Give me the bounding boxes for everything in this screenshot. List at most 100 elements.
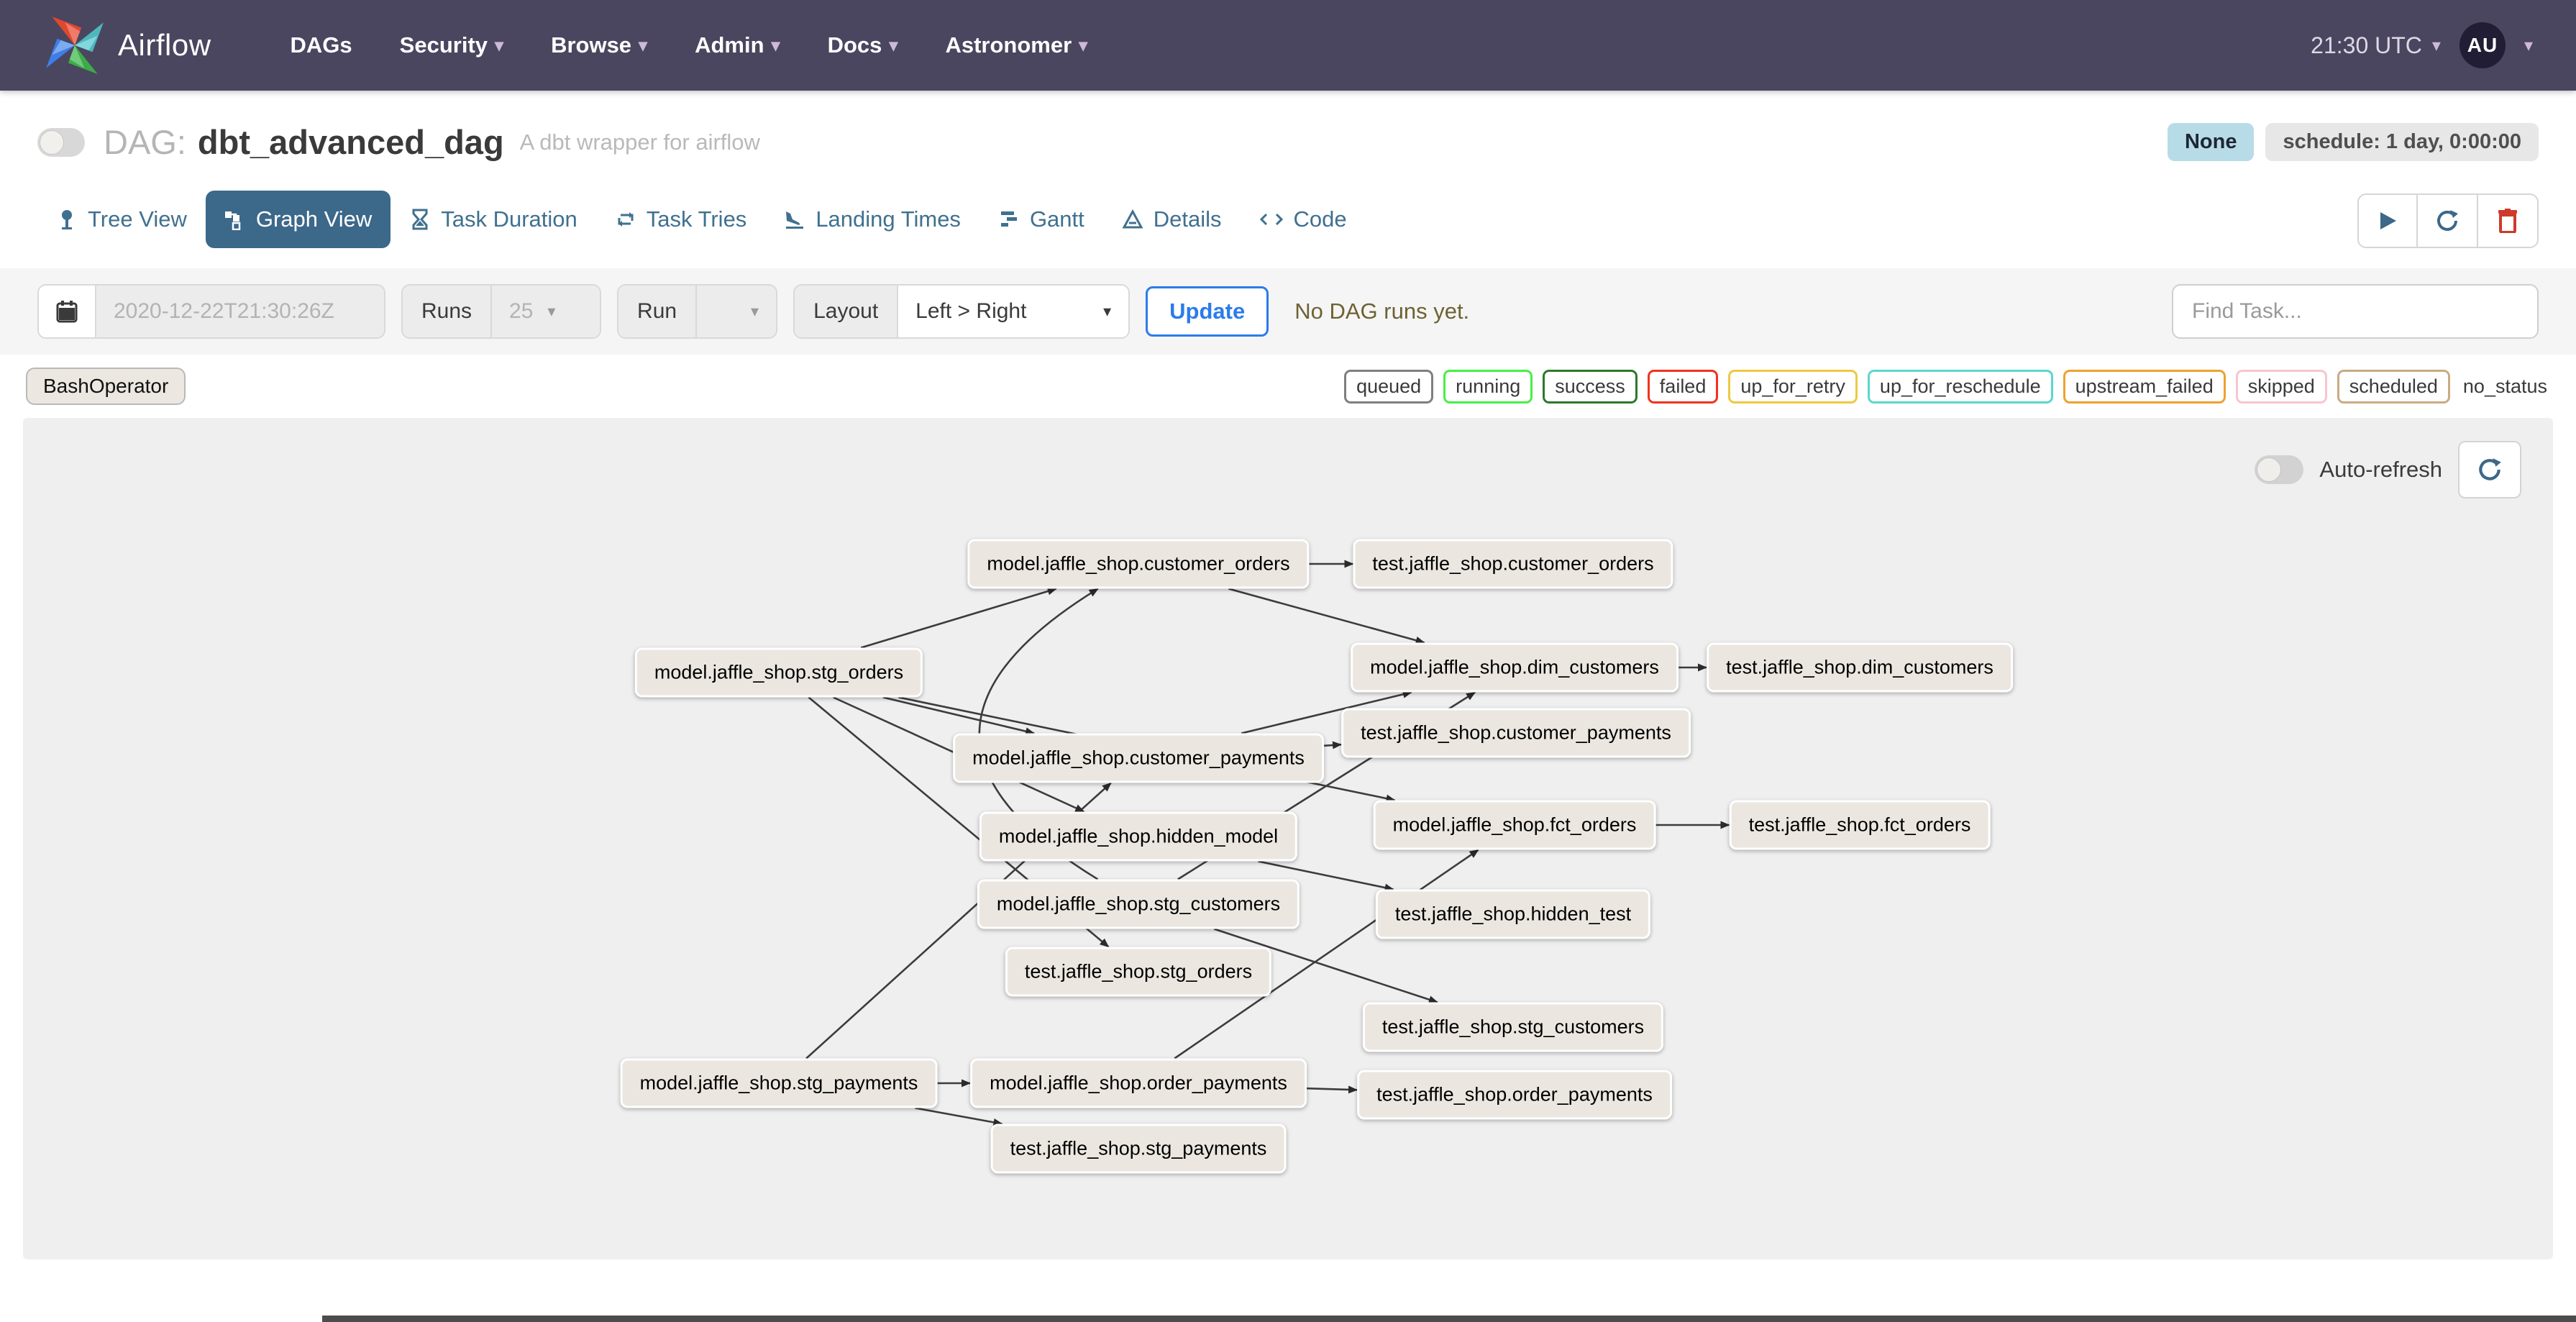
dag-edge-m_customer_payments-to-t_customer_payments	[1323, 741, 1342, 749]
graph-node-t_dim_customers[interactable]: test.jaffle_shop.dim_customers	[1707, 642, 2013, 693]
status-legend-success[interactable]: success	[1543, 369, 1638, 404]
tab-details[interactable]: Details	[1103, 191, 1241, 248]
tab-code[interactable]: Code	[1241, 191, 1366, 248]
tab-landing-times[interactable]: Landing Times	[765, 191, 979, 248]
layout-select-group: Layout Left > Right ▾	[793, 284, 1131, 339]
run-select[interactable]: ▾	[697, 286, 777, 337]
chevron-down-icon: ▾	[495, 35, 504, 55]
graph-node-t_customer_payments[interactable]: test.jaffle_shop.customer_payments	[1341, 708, 1691, 758]
operator-legend-bashoperator: BashOperator	[26, 368, 186, 405]
status-legend-failed[interactable]: failed	[1647, 369, 1719, 404]
graph-node-t_fct_orders[interactable]: test.jaffle_shop.fct_orders	[1729, 800, 1991, 850]
chevron-down-icon: ▾	[639, 35, 648, 55]
airflow-dag-page: Airflow DAGs Security ▾ Browse ▾ Admin ▾ Do…	[0, 0, 2576, 1322]
dag-edge-m_order_payments-to-t_order_payments	[1306, 1085, 1358, 1094]
dag-label: DAG:	[104, 123, 186, 161]
chevron-down-icon[interactable]: ▾	[2524, 35, 2533, 56]
graph-node-t_stg_orders[interactable]: test.jaffle_shop.stg_orders	[1005, 947, 1272, 997]
dag-header: DAG: dbt_advanced_dag A dbt wrapper for …	[0, 91, 2576, 173]
auto-refresh-toggle[interactable]	[2255, 455, 2304, 484]
trash-icon	[2498, 209, 2517, 233]
triangle-icon	[1122, 209, 1143, 229]
dag-action-buttons	[2357, 193, 2539, 248]
nav-item-browse[interactable]: Browse ▾	[551, 32, 647, 58]
graph-node-t_stg_payments[interactable]: test.jaffle_shop.stg_payments	[990, 1123, 1287, 1174]
status-legend-up_for_retry[interactable]: up_for_retry	[1728, 369, 1858, 404]
clock-dropdown[interactable]: 21:30 UTC ▾	[2311, 32, 2441, 59]
status-legend-running[interactable]: running	[1443, 369, 1533, 404]
plane-landing-icon	[786, 211, 804, 229]
dag-pause-toggle[interactable]	[37, 127, 85, 157]
graph-node-t_customer_orders[interactable]: test.jaffle_shop.customer_orders	[1353, 539, 1673, 589]
status-legend-skipped[interactable]: skipped	[2235, 369, 2327, 404]
layout-select[interactable]: Left > Right ▾	[898, 286, 1129, 337]
nav-item-docs[interactable]: Docs ▾	[828, 32, 898, 58]
graph-node-m_stg_orders[interactable]: model.jaffle_shop.stg_orders	[634, 647, 923, 698]
trigger-dag-button[interactable]	[2357, 193, 2418, 248]
dag-edge-m_customer_orders-to-m_dim_customers	[1228, 588, 1425, 644]
graph-node-m_customer_orders[interactable]: model.jaffle_shop.customer_orders	[967, 539, 1310, 589]
graph-node-m_customer_payments[interactable]: model.jaffle_shop.customer_payments	[953, 733, 1324, 783]
tags-badge: None	[2167, 123, 2255, 161]
chevron-down-icon: ▾	[1103, 302, 1112, 320]
code-icon	[1259, 213, 1283, 226]
graph-node-m_order_payments[interactable]: model.jaffle_shop.order_payments	[970, 1058, 1307, 1108]
run-select-group: Run ▾	[617, 284, 778, 339]
top-navbar: Airflow DAGs Security ▾ Browse ▾ Admin ▾ Do…	[0, 0, 2576, 91]
graph-node-t_order_payments[interactable]: test.jaffle_shop.order_payments	[1357, 1070, 1672, 1120]
user-avatar[interactable]: AU	[2459, 22, 2506, 68]
status-legend: queued running success failed up_for_retry up…	[1344, 369, 2550, 404]
runs-label: Runs	[403, 286, 493, 337]
tab-tree-view[interactable]: Tree View	[37, 191, 206, 248]
execution-date-group	[37, 284, 385, 339]
repeat-icon	[618, 212, 634, 227]
graph-controls: Auto-refresh	[2255, 441, 2521, 498]
run-label: Run	[618, 286, 698, 337]
chevron-down-icon: ▾	[751, 302, 759, 320]
view-tabs: Tree View Graph View Task Duration Task …	[0, 173, 2576, 268]
status-legend-no-status[interactable]: no_status	[2460, 372, 2550, 401]
dag-name: dbt_advanced_dag	[197, 123, 504, 161]
tab-graph-view[interactable]: Graph View	[205, 191, 391, 248]
chevron-down-icon: ▾	[2431, 35, 2441, 55]
navbar-right: 21:30 UTC ▾ AU ▾	[2311, 22, 2533, 68]
graph-node-m_dim_customers[interactable]: model.jaffle_shop.dim_customers	[1351, 642, 1678, 693]
delete-dag-button[interactable]	[2478, 193, 2539, 248]
no-dag-runs-message: No DAG runs yet.	[1294, 298, 1470, 324]
tab-gantt[interactable]: Gantt	[979, 191, 1103, 248]
horizontal-scrollbar[interactable]	[322, 1316, 2576, 1322]
calendar-button[interactable]	[39, 286, 96, 337]
status-legend-upstream_failed[interactable]: upstream_failed	[2063, 369, 2226, 404]
graph-node-m_stg_payments[interactable]: model.jaffle_shop.stg_payments	[620, 1058, 938, 1108]
graph-node-t_hidden_test[interactable]: test.jaffle_shop.hidden_test	[1375, 889, 1651, 939]
airflow-pinwheel-logo	[46, 17, 104, 74]
graph-node-m_fct_orders[interactable]: model.jaffle_shop.fct_orders	[1373, 800, 1656, 850]
dag-graph-panel: Auto-refresh model.jaffle_shop.stg_order…	[23, 418, 2553, 1259]
status-legend-queued[interactable]: queued	[1344, 369, 1434, 404]
nav-item-admin[interactable]: Admin ▾	[695, 32, 780, 58]
airflow-brand[interactable]: Airflow	[42, 12, 211, 78]
chevron-down-icon: ▾	[547, 302, 556, 320]
legend-bar: BashOperator queued running success failed u…	[0, 355, 2576, 418]
tab-task-tries[interactable]: Task Tries	[596, 191, 766, 248]
nav-item-security[interactable]: Security ▾	[400, 32, 503, 58]
graph-node-m_hidden_model[interactable]: model.jaffle_shop.hidden_model	[979, 811, 1298, 862]
find-task-input[interactable]	[2172, 284, 2539, 339]
layout-label: Layout	[795, 286, 899, 337]
graph-node-m_stg_customers[interactable]: model.jaffle_shop.stg_customers	[977, 879, 1300, 929]
runs-count-select[interactable]: 25 ▾	[492, 286, 600, 337]
graph-node-t_stg_customers[interactable]: test.jaffle_shop.stg_customers	[1362, 1002, 1664, 1052]
tab-task-duration[interactable]: Task Duration	[390, 191, 596, 248]
refresh-icon	[2479, 458, 2501, 480]
graph-refresh-button[interactable]	[2458, 441, 2521, 498]
toggle-knob	[2257, 457, 2282, 482]
nav-item-dags[interactable]: DAGs	[291, 32, 352, 58]
status-legend-scheduled[interactable]: scheduled	[2337, 369, 2450, 404]
refresh-dag-button[interactable]	[2418, 193, 2478, 248]
schedule-badge[interactable]: schedule: 1 day, 0:00:00	[2265, 123, 2539, 161]
update-button[interactable]: Update	[1146, 286, 1269, 337]
nav-item-astronomer[interactable]: Astronomer ▾	[945, 32, 1087, 58]
status-legend-up_for_reschedule[interactable]: up_for_reschedule	[1867, 369, 2053, 404]
dag-edge-m_stg_orders-to-m_customer_orders	[860, 587, 1057, 649]
execution-date-input[interactable]	[96, 286, 384, 337]
